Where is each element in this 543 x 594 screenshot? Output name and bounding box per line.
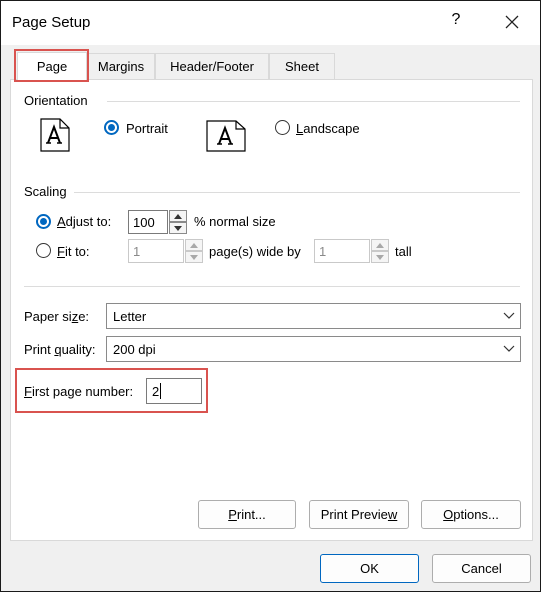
print-preview-button[interactable]: Print Preview (309, 500, 409, 529)
spin-up-button[interactable] (371, 239, 389, 251)
arrow-down-icon (174, 226, 182, 231)
fit-to-label[interactable]: Fit to: (57, 244, 90, 259)
portrait-page-icon (38, 118, 72, 152)
adjust-to-value: 100 (133, 215, 155, 230)
fit-pages-tall-stepper[interactable] (371, 239, 389, 263)
tab-page[interactable]: Page (17, 52, 87, 81)
options-button[interactable]: Options... (421, 500, 521, 529)
spin-down-button[interactable] (169, 222, 187, 234)
fit-pages-wide-stepper[interactable] (185, 239, 203, 263)
first-page-number-value: 2 (152, 384, 160, 399)
fit-pages-wide-input[interactable]: 1 (128, 239, 184, 263)
text-cursor (160, 383, 161, 399)
dialog-title: Page Setup (12, 14, 91, 31)
orientation-group-label: Orientation (24, 93, 88, 108)
tab-label: Header/Footer (170, 59, 254, 74)
fit-pages-tall-value: 1 (319, 244, 327, 259)
arrow-up-icon (190, 243, 198, 248)
page-setup-dialog: Page Setup ? Margins Header/Footer Sheet… (0, 0, 541, 592)
scaling-group-label: Scaling (24, 184, 67, 199)
arrow-down-icon (190, 255, 198, 260)
tall-label: tall (395, 244, 412, 259)
tab-margins[interactable]: Margins (87, 53, 155, 80)
adjust-to-stepper[interactable] (169, 210, 187, 234)
tab-sheet[interactable]: Sheet (269, 53, 335, 80)
print-quality-select[interactable]: 200 dpi (106, 336, 521, 362)
fit-pages-tall-input[interactable]: 1 (314, 239, 370, 263)
print-quality-value: 200 dpi (113, 342, 156, 357)
portrait-radio[interactable] (104, 120, 119, 135)
arrow-up-icon (376, 243, 384, 248)
print-quality-label: Print quality: (24, 342, 96, 357)
divider (107, 101, 520, 102)
print-button[interactable]: Print... (198, 500, 296, 529)
tab-label: Page (36, 59, 68, 74)
paper-size-select[interactable]: Letter (106, 303, 521, 329)
chevron-down-icon (502, 310, 516, 322)
close-icon[interactable] (499, 9, 525, 35)
landscape-page-icon (206, 120, 246, 152)
ok-button[interactable]: OK (320, 554, 419, 583)
help-icon[interactable]: ? (446, 11, 466, 35)
spin-down-button[interactable] (371, 251, 389, 263)
spin-up-button[interactable] (185, 239, 203, 251)
first-page-number-label: First page number: (24, 384, 134, 399)
divider (24, 286, 520, 287)
paper-size-label: Paper size: (24, 309, 90, 324)
first-page-number-input[interactable]: 2 (146, 378, 202, 404)
title-bar: Page Setup ? (1, 1, 540, 45)
tab-label: Sheet (285, 59, 319, 74)
landscape-radio[interactable] (275, 120, 290, 135)
arrow-down-icon (376, 255, 384, 260)
fit-pages-wide-value: 1 (133, 244, 141, 259)
chevron-down-icon (502, 343, 516, 355)
arrow-up-icon (174, 214, 182, 219)
portrait-label[interactable]: Portrait (126, 121, 168, 136)
cancel-button[interactable]: Cancel (432, 554, 531, 583)
landscape-label[interactable]: Landscape (296, 121, 360, 136)
tab-label: Margins (97, 59, 145, 74)
normal-size-label: % normal size (194, 214, 276, 229)
spin-down-button[interactable] (185, 251, 203, 263)
spin-up-button[interactable] (169, 210, 187, 222)
divider (74, 192, 520, 193)
adjust-to-radio[interactable] (36, 214, 51, 229)
paper-size-value: Letter (113, 309, 147, 324)
fit-to-radio[interactable] (36, 243, 51, 258)
adjust-to-input[interactable]: 100 (128, 210, 168, 234)
pages-wide-label: page(s) wide by (209, 244, 301, 259)
tab-header-footer[interactable]: Header/Footer (155, 53, 269, 80)
adjust-to-label[interactable]: Adjust to: (57, 214, 111, 229)
page-tab-panel: Orientation Portrait Landscape Scaling A… (10, 79, 533, 541)
